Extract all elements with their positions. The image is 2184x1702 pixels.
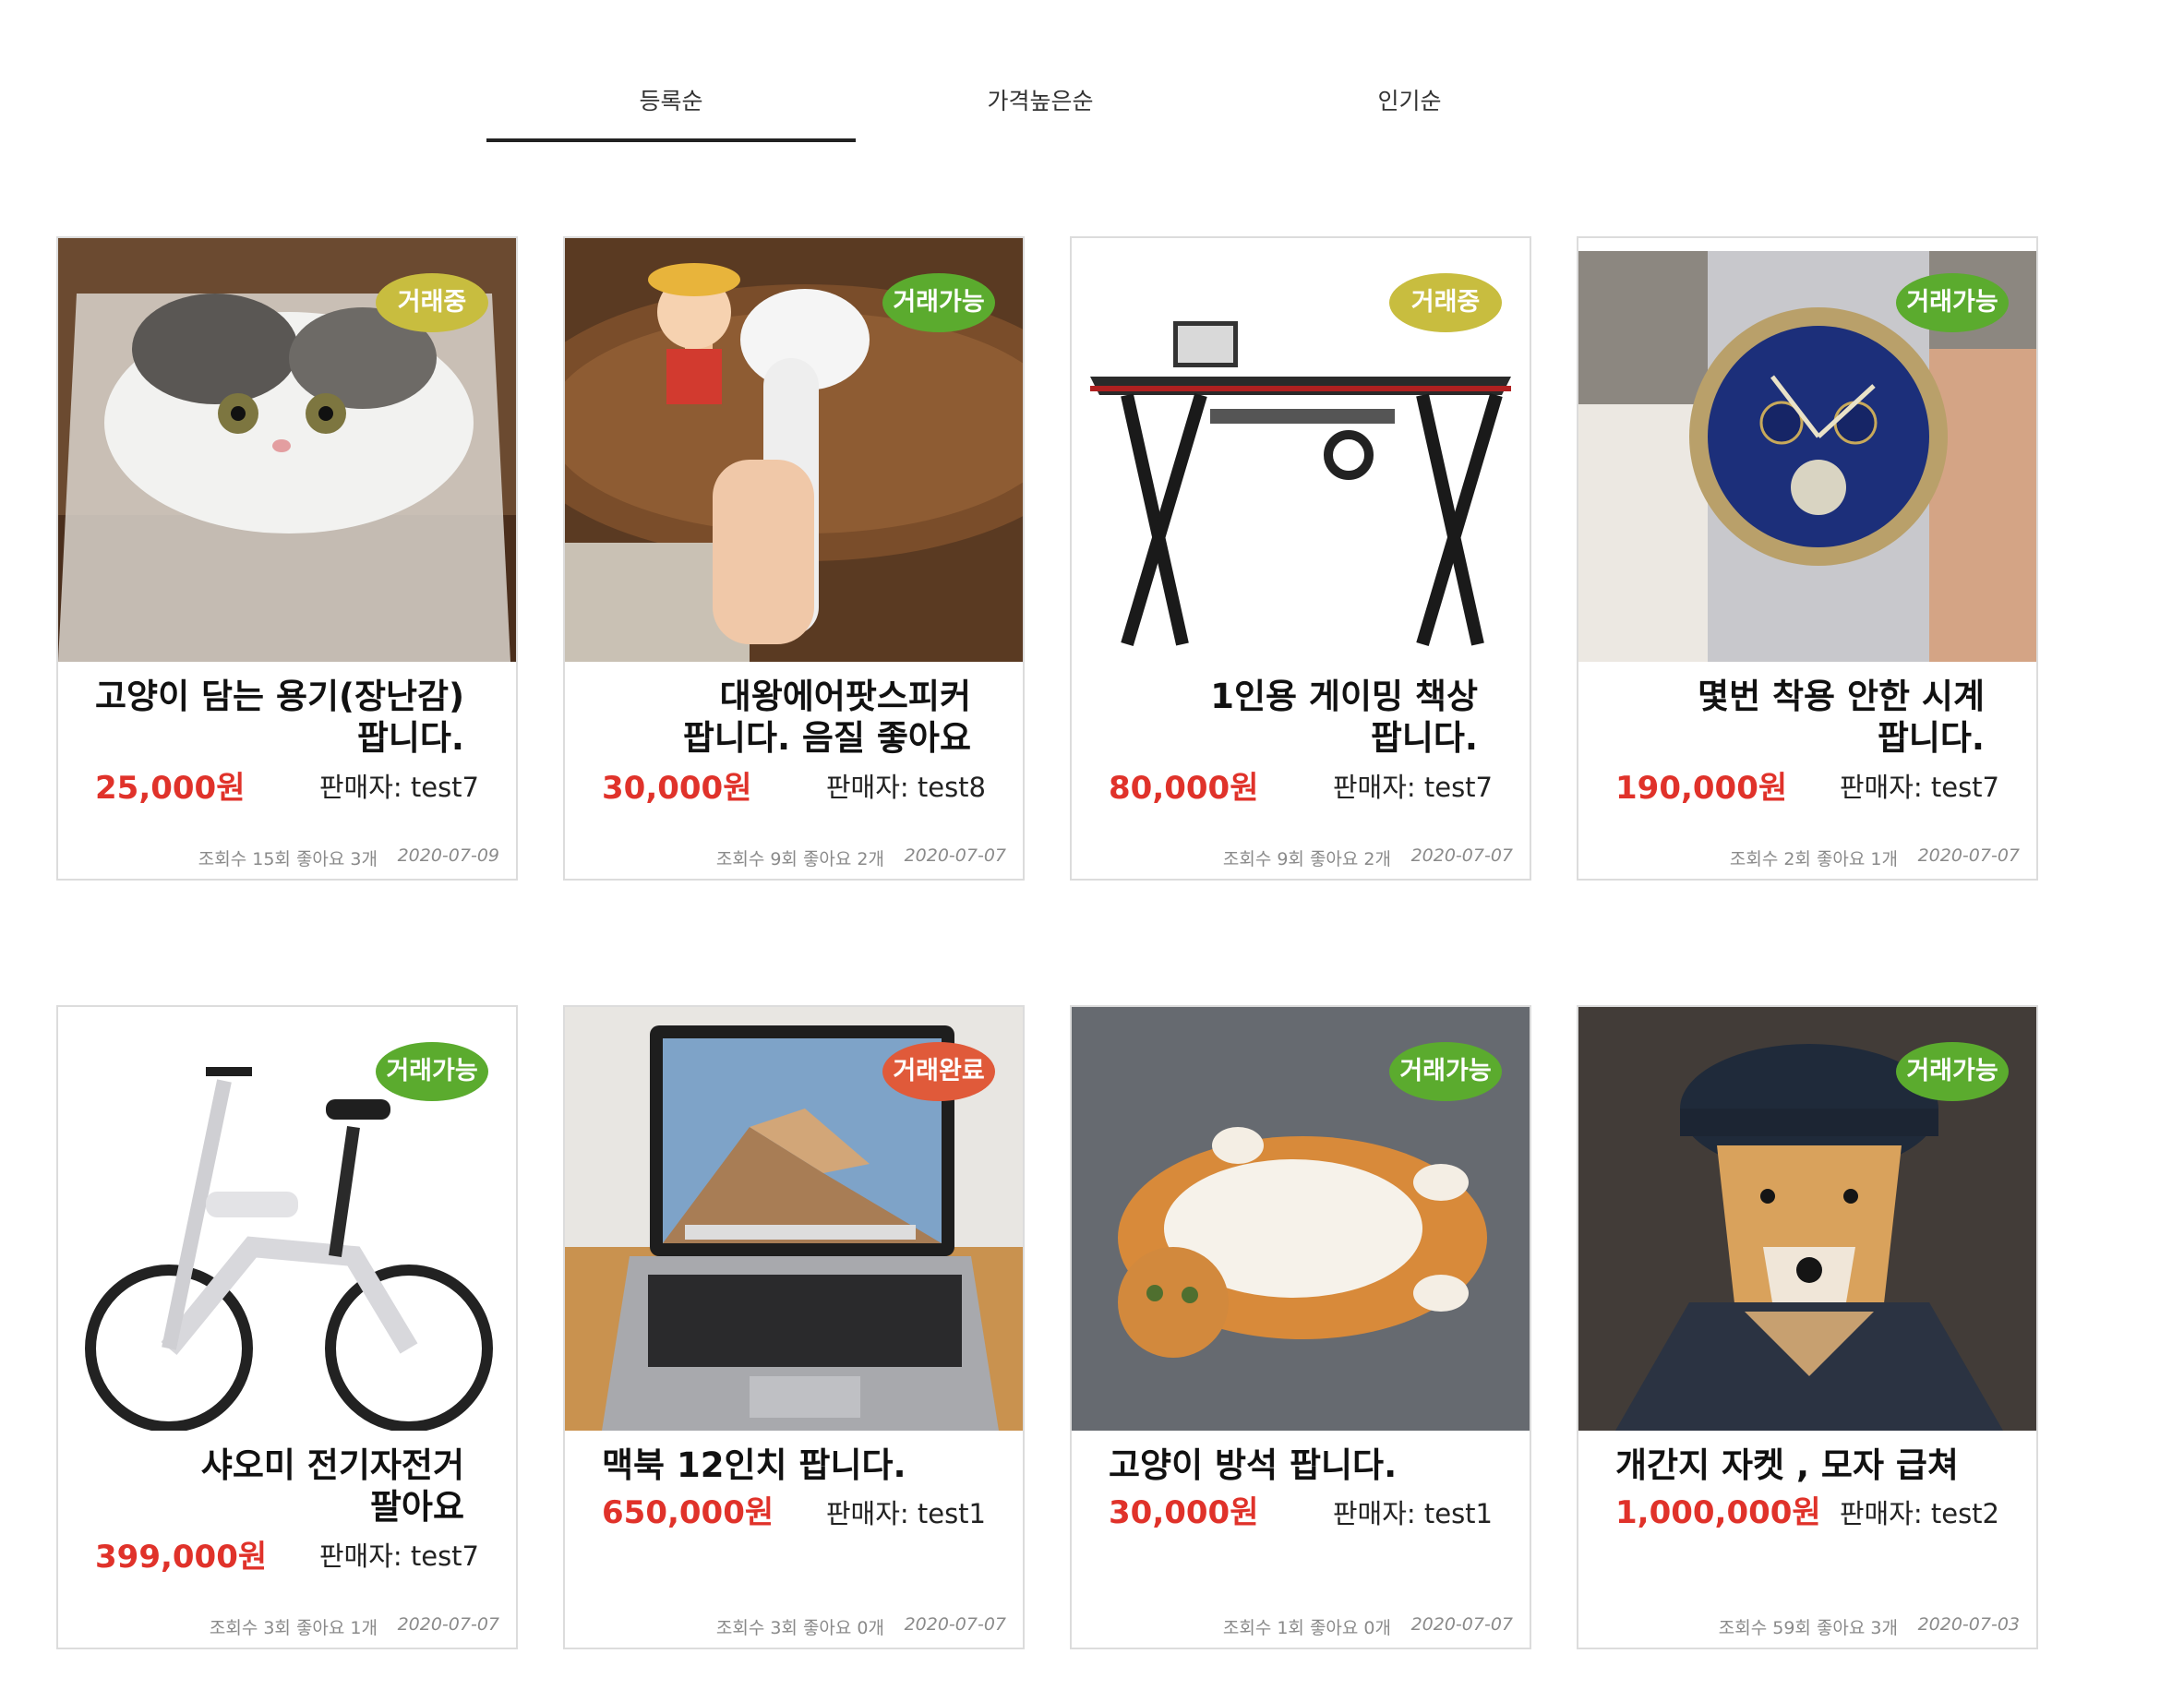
product-date: 2020-07-07 xyxy=(1917,845,2020,866)
product-price: 80,000원 xyxy=(1109,770,1259,807)
product-image: 거래중 xyxy=(1072,238,1530,662)
status-badge: 거래가능 xyxy=(376,1042,488,1101)
product-title: 고양이 방석 팝니다. xyxy=(1109,1445,1398,1485)
product-price: 399,000원 xyxy=(95,1539,268,1576)
product-title: 맥북 12인치 팝니다. xyxy=(602,1445,906,1485)
product-seller: 판매자: test7 xyxy=(318,1540,479,1572)
product-stats: 조회수 59회 좋아요 3개 xyxy=(1718,1618,1898,1638)
sort-tabs: 등록순 가격높은순 인기순 xyxy=(486,0,1594,148)
product-seller: 판매자: test7 xyxy=(1839,772,1999,803)
product-title: 고양이 담는 용기(장난감) 팝니다. xyxy=(95,677,464,758)
product-card[interactable]: 거래가능 고양이 방석 팝니다. 30,000원 판매자: test1 조회수 … xyxy=(1070,1005,1531,1649)
product-date: 2020-07-03 xyxy=(1917,1614,2020,1635)
product-price: 30,000원 xyxy=(602,770,752,807)
product-title: 샤오미 전기자전거 팔아요 xyxy=(200,1445,464,1527)
product-price: 25,000원 xyxy=(95,770,246,807)
product-image: 거래가능 xyxy=(1072,1007,1530,1431)
status-badge: 거래중 xyxy=(376,273,488,332)
product-card[interactable]: 거래가능 개간지 자켓 , 모자 급쳐 1,000,000원 판매자: test… xyxy=(1577,1005,2038,1649)
product-title: 1인용 게이밍 책상 팝니다. xyxy=(1210,677,1478,758)
product-title: 개간지 자켓 , 모자 급쳐 xyxy=(1615,1445,1959,1485)
product-seller: 판매자: test1 xyxy=(825,1498,986,1529)
status-badge: 거래가능 xyxy=(882,273,995,332)
product-stats: 조회수 9회 좋아요 2개 xyxy=(1222,849,1391,869)
product-date: 2020-07-07 xyxy=(904,1614,1006,1635)
product-image: 거래가능 xyxy=(1578,238,2036,662)
product-card[interactable]: 거래가능 대왕에어팟스피커 팝니다. 음질 좋아요 30,000원 판매자: t… xyxy=(563,236,1025,881)
tab-popular[interactable]: 인기순 xyxy=(1225,83,1594,120)
product-date: 2020-07-07 xyxy=(1410,845,1513,866)
product-price: 30,000원 xyxy=(1109,1494,1259,1531)
status-badge: 거래완료 xyxy=(882,1042,995,1101)
product-price: 650,000원 xyxy=(602,1494,774,1531)
product-stats: 조회수 9회 좋아요 2개 xyxy=(715,849,884,869)
product-card[interactable]: 거래완료 맥북 12인치 팝니다. 650,000원 판매자: test1 조회… xyxy=(563,1005,1025,1649)
product-image: 거래가능 xyxy=(1578,1007,2036,1431)
tab-latest[interactable]: 등록순 xyxy=(486,83,856,120)
product-title: 대왕에어팟스피커 팝니다. 음질 좋아요 xyxy=(682,677,971,758)
status-badge: 거래중 xyxy=(1389,273,1502,332)
product-stats: 조회수 1회 좋아요 0개 xyxy=(1222,1618,1391,1638)
product-card[interactable]: 거래가능 몇번 착용 안한 시계 팝니다. 190,000원 판매자: test… xyxy=(1577,236,2038,881)
product-image: 거래완료 xyxy=(565,1007,1023,1431)
product-stats: 조회수 3회 좋아요 0개 xyxy=(715,1618,884,1638)
product-title: 몇번 착용 안한 시계 팝니다. xyxy=(1698,677,1985,758)
product-image: 거래중 xyxy=(58,238,516,662)
active-tab-indicator xyxy=(486,138,856,142)
product-seller: 판매자: test8 xyxy=(825,772,986,803)
tab-price-high[interactable]: 가격높은순 xyxy=(856,83,1225,120)
product-stats: 조회수 2회 좋아요 1개 xyxy=(1729,849,1898,869)
status-badge: 거래가능 xyxy=(1389,1042,1502,1101)
status-badge: 거래가능 xyxy=(1896,1042,2009,1101)
product-card[interactable]: 거래중 고양이 담는 용기(장난감) 팝니다. 25,000원 판매자: tes… xyxy=(56,236,518,881)
product-card[interactable]: 거래가능 샤오미 전기자전거 팔아요 399,000원 판매자: test7 조… xyxy=(56,1005,518,1649)
status-badge: 거래가능 xyxy=(1896,273,2009,332)
product-seller: 판매자: test7 xyxy=(318,772,479,803)
product-price: 1,000,000원 xyxy=(1615,1494,1821,1531)
product-date: 2020-07-07 xyxy=(904,845,1006,866)
product-date: 2020-07-07 xyxy=(397,1614,499,1635)
product-image: 거래가능 xyxy=(58,1007,516,1431)
product-date: 2020-07-07 xyxy=(1410,1614,1513,1635)
product-stats: 조회수 3회 좋아요 1개 xyxy=(209,1618,378,1638)
product-seller: 판매자: test1 xyxy=(1332,1498,1493,1529)
product-price: 190,000원 xyxy=(1615,770,1788,807)
product-seller: 판매자: test2 xyxy=(1839,1498,1999,1529)
product-date: 2020-07-09 xyxy=(397,845,499,866)
product-image: 거래가능 xyxy=(565,238,1023,662)
product-stats: 조회수 15회 좋아요 3개 xyxy=(198,849,378,869)
product-card[interactable]: 거래중 1인용 게이밍 책상 팝니다. 80,000원 판매자: test7 조… xyxy=(1070,236,1531,881)
product-seller: 판매자: test7 xyxy=(1332,772,1493,803)
